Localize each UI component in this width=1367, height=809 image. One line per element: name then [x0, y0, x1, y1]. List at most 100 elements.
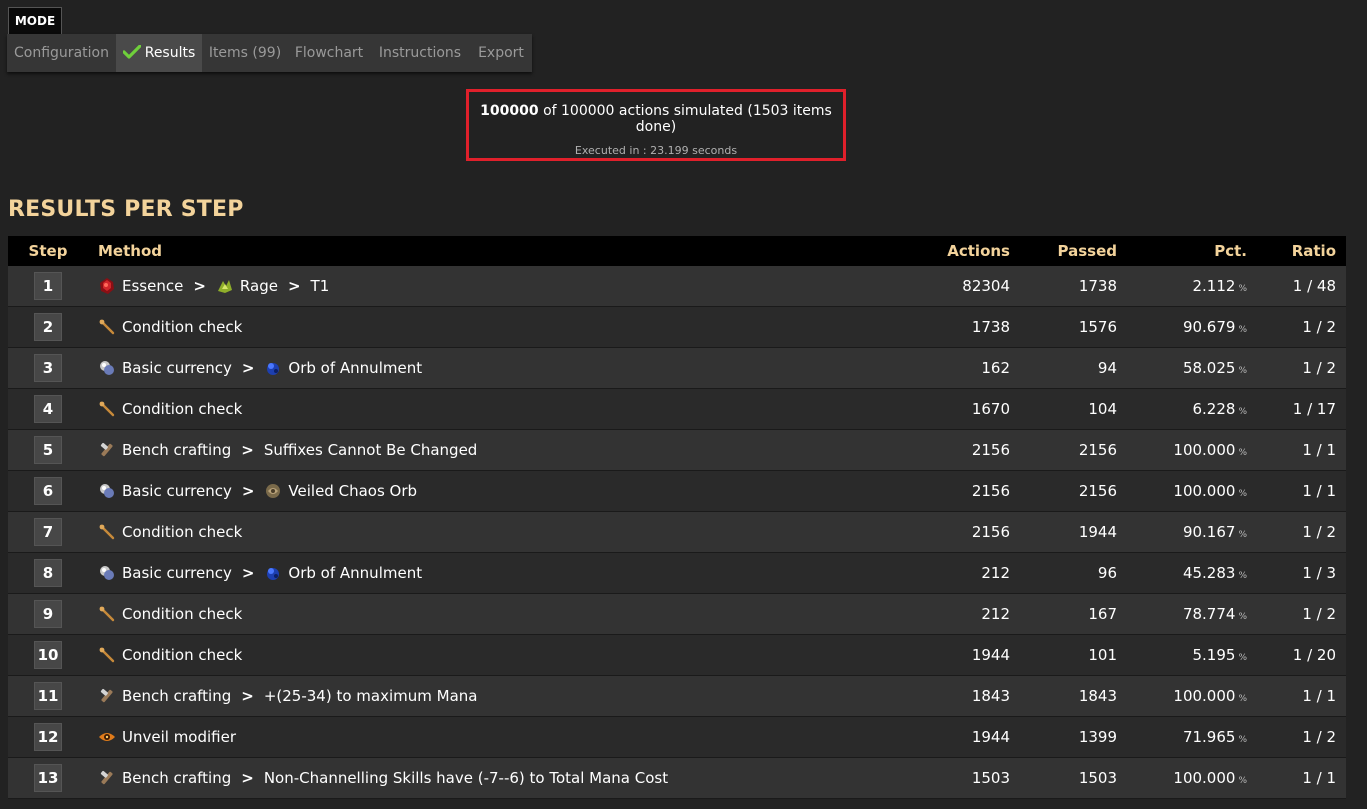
pct-unit: %: [1238, 653, 1247, 663]
pct-unit: %: [1238, 284, 1247, 294]
col-passed: Passed: [1057, 242, 1117, 260]
actions-cell: 162: [981, 359, 1010, 377]
pct-value: 5.195: [1192, 646, 1236, 664]
step-cell: 11: [8, 682, 88, 710]
method-part: Bench crafting: [122, 687, 232, 705]
step-cell: 4: [8, 395, 88, 423]
actions-cell: 1503: [971, 769, 1010, 787]
summary-main-text: 100000 of 100000 actions simulated (1503…: [469, 103, 843, 135]
ratio-cell: 1 / 2: [1302, 523, 1336, 541]
method-cell: Condition check: [88, 646, 858, 664]
tab-items-99[interactable]: Items (99): [202, 34, 288, 72]
actions-cell: 212: [981, 564, 1010, 582]
step-cell: 1: [8, 272, 88, 300]
ratio-cell: 1 / 2: [1302, 728, 1336, 746]
pct-cell: 2.112%: [1117, 277, 1247, 295]
method-cell: Basic currency > Veiled Chaos Orb: [88, 482, 858, 500]
condition-check-icon: [98, 318, 122, 336]
tab-flowchart[interactable]: Flowchart: [288, 34, 370, 72]
method-separator: >: [241, 482, 255, 500]
table-row: 6 Basic currency > Veiled Chaos Orb 2156 2156…: [8, 471, 1346, 512]
table-row: 11 Bench crafting > +(25-34) to maximum Man…: [8, 676, 1346, 717]
method-part: Essence: [122, 277, 184, 295]
pct-cell: 58.025%: [1117, 359, 1247, 377]
tab-export[interactable]: Export: [470, 34, 532, 72]
pct-value: 2.112: [1192, 277, 1236, 295]
passed-cell: 1738: [1078, 277, 1117, 295]
table-row: 9 Condition check 212 167 78.774% 1 / 2: [8, 594, 1346, 635]
method-part: Unveil modifier: [122, 728, 237, 746]
simulation-summary: 100000 of 100000 actions simulated (1503…: [466, 89, 846, 161]
method-part: Condition check: [122, 523, 243, 541]
method-cell: Condition check: [88, 318, 858, 336]
basic-currency-icon: [98, 564, 122, 582]
unveil-eye-icon: [98, 728, 122, 746]
pct-cell: 78.774%: [1117, 605, 1247, 623]
execution-time: Executed in : 23.199 seconds: [574, 144, 738, 157]
pct-value: 90.679: [1182, 318, 1236, 336]
ratio-cell: 1 / 48: [1292, 277, 1336, 295]
method-cell: Basic currency > Orb of Annulment: [88, 564, 858, 582]
ratio-cell: 1 / 2: [1302, 318, 1336, 336]
method-part: Basic currency: [122, 482, 232, 500]
step-cell: 7: [8, 518, 88, 546]
tab-results[interactable]: Results: [116, 34, 202, 72]
pct-unit: %: [1238, 571, 1247, 581]
table-row: 5 Bench crafting > Suffixes Cannot Be Chang…: [8, 430, 1346, 471]
method-cell: Bench crafting > Non-Channelling Skills ha…: [88, 769, 858, 787]
method-cell: Essence > Rage > T1: [88, 277, 858, 295]
passed-cell: 1503: [1078, 769, 1117, 787]
method-cell: Condition check: [88, 605, 858, 623]
method-part: Bench crafting: [122, 769, 232, 787]
tab-configuration[interactable]: Configuration: [7, 34, 116, 72]
method-cell: Unveil modifier: [88, 728, 858, 746]
method-separator: >: [241, 687, 254, 705]
method-part: Condition check: [122, 646, 243, 664]
pct-unit: %: [1238, 694, 1247, 704]
col-ratio: Ratio: [1291, 242, 1336, 260]
table-row: 4 Condition check 1670 104 6.228% 1 / 17: [8, 389, 1346, 430]
col-method: Method: [98, 242, 162, 260]
step-number: 12: [34, 723, 62, 751]
pct-cell: 45.283%: [1117, 564, 1247, 582]
table-row: 1 Essence > Rage > T1 82304 1738 2.112% 1 / 48: [8, 266, 1346, 307]
pct-value: 58.025: [1182, 359, 1236, 377]
actions-done-count: 100000: [480, 103, 539, 119]
method-separator: >: [241, 564, 255, 582]
passed-cell: 1576: [1078, 318, 1117, 336]
pct-unit: %: [1238, 366, 1247, 376]
pct-cell: 100.000%: [1117, 769, 1247, 787]
step-cell: 10: [8, 641, 88, 669]
method-part: Suffixes Cannot Be Changed: [263, 441, 478, 459]
ratio-cell: 1 / 1: [1302, 687, 1336, 705]
tab-instructions[interactable]: Instructions: [370, 34, 470, 72]
method-part: Non-Channelling Skills have (-7--6) to T…: [263, 769, 669, 787]
method-cell: Basic currency > Orb of Annulment: [88, 359, 858, 377]
condition-check-icon: [98, 605, 122, 623]
step-number: 13: [34, 764, 62, 792]
main-nav: Configuration Results Items (99) Flowchart I…: [7, 34, 532, 72]
actions-cell: 1670: [971, 400, 1010, 418]
method-part: Condition check: [122, 318, 243, 336]
table-row: 8 Basic currency > Orb of Annulment 212 96 45.…: [8, 553, 1346, 594]
col-actions: Actions: [947, 242, 1010, 260]
bench-crafting-icon: [98, 687, 122, 705]
pct-unit: %: [1238, 530, 1247, 540]
pct-cell: 100.000%: [1117, 441, 1247, 459]
actions-cell: 2156: [971, 482, 1010, 500]
ratio-cell: 1 / 17: [1292, 400, 1336, 418]
pct-value: 100.000: [1173, 482, 1236, 500]
passed-cell: 1399: [1078, 728, 1117, 746]
method-separator: >: [241, 769, 254, 787]
passed-cell: 1944: [1078, 523, 1117, 541]
step-number: 3: [34, 354, 62, 382]
passed-cell: 2156: [1078, 441, 1117, 459]
pct-cell: 100.000%: [1117, 482, 1247, 500]
pct-cell: 5.195%: [1117, 646, 1247, 664]
condition-check-icon: [98, 646, 122, 664]
tab-label: Results: [144, 45, 196, 61]
col-pct: Pct.: [1214, 242, 1247, 260]
pct-value: 78.774: [1182, 605, 1236, 623]
tab-label: Items (99): [208, 45, 282, 61]
essence-icon: [98, 277, 122, 295]
